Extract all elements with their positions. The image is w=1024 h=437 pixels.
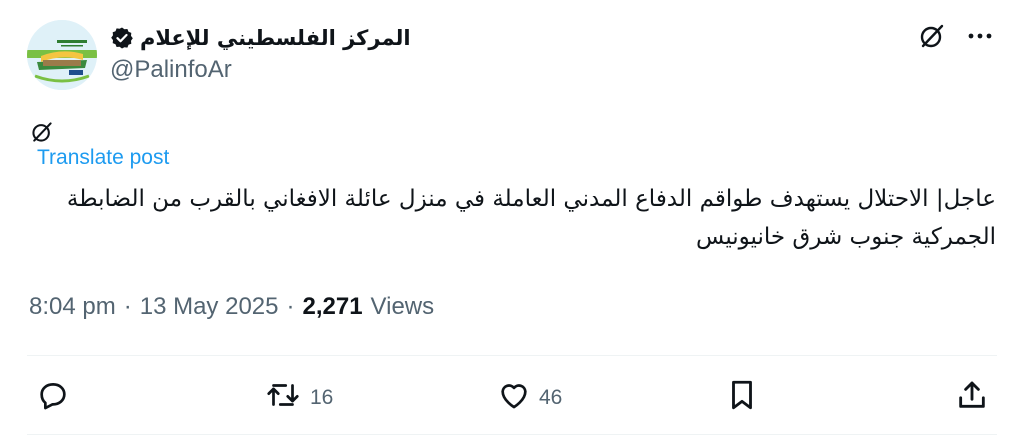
bookmark-button[interactable] <box>727 378 757 418</box>
action-bar: 16 46 <box>0 372 1024 422</box>
divider <box>27 355 997 356</box>
like-icon <box>497 378 531 418</box>
share-button[interactable] <box>955 378 989 418</box>
post-date[interactable]: 13 May 2025 <box>140 293 279 321</box>
grok-icon[interactable] <box>918 22 946 55</box>
translate-post-link[interactable]: Translate post <box>37 146 169 170</box>
views-count: 2,271 <box>302 293 363 320</box>
account-name-row[interactable]: المركز الفلسطيني للإعلام <box>110 24 411 52</box>
divider <box>27 434 997 435</box>
bookmark-icon <box>727 378 757 418</box>
more-icon[interactable] <box>966 22 994 55</box>
share-icon <box>955 378 989 418</box>
grok-icon[interactable] <box>30 120 54 149</box>
display-name[interactable]: المركز الفلسطيني للإعلام <box>140 26 411 50</box>
post-meta: 8:04 pm · 13 May 2025 · 2,271 Views <box>29 293 434 321</box>
like-button[interactable]: 46 <box>497 378 562 418</box>
repost-button[interactable]: 16 <box>264 378 333 418</box>
reply-icon <box>36 378 70 418</box>
post-time[interactable]: 8:04 pm <box>29 293 116 321</box>
meta-separator: · <box>123 293 132 320</box>
views-label: Views <box>370 293 435 320</box>
repost-icon <box>264 378 302 418</box>
reply-button[interactable] <box>36 378 70 418</box>
meta-separator: · <box>286 293 295 320</box>
verified-badge-icon <box>110 26 134 50</box>
avatar[interactable] <box>27 20 97 90</box>
like-count: 46 <box>539 386 563 409</box>
repost-count: 16 <box>310 386 334 409</box>
post-text: عاجل| الاحتلال يستهدف طواقم الدفاع المدن… <box>66 186 996 250</box>
account-handle[interactable]: @PalinfoAr <box>110 56 232 84</box>
